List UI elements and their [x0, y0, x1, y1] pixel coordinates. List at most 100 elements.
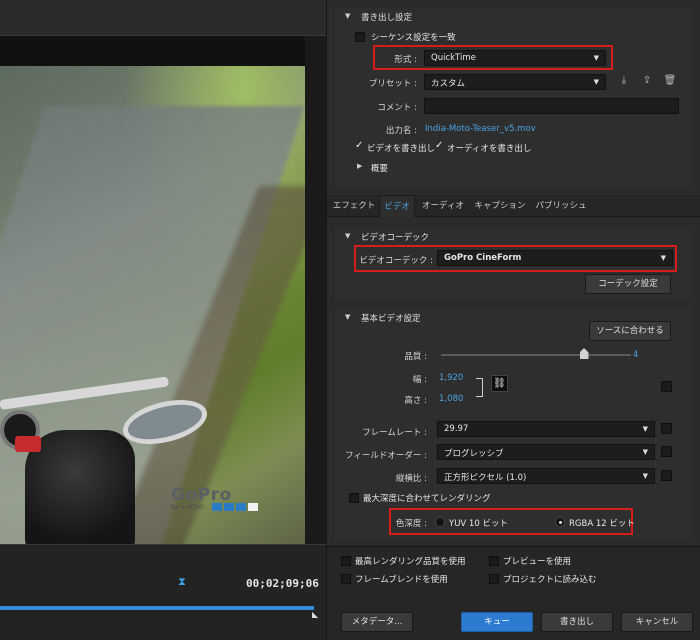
aspect-label: 縦横比 : [395, 474, 427, 484]
video-frame: GoPro Be a HERO. [0, 66, 305, 544]
timecode: 00;02;09;06 [246, 577, 319, 590]
max-depth-label: 最大深度に合わせてレンダリング [363, 494, 491, 504]
gopro-logo: GoPro [171, 485, 232, 505]
chevron-down-icon: ▼ [642, 448, 648, 456]
depth-label: 色深度 : [395, 519, 427, 529]
frame-blend-checkbox[interactable] [341, 574, 351, 584]
format-value: QuickTime [431, 53, 476, 63]
preview-panel: GoPro Be a HERO. ⧗ 00;02;09;06 ◣ [0, 0, 326, 640]
progress-fill [0, 606, 314, 610]
collapse-export-settings-icon[interactable]: ▼ [345, 12, 350, 20]
comment-input[interactable] [424, 98, 679, 114]
tab-effects[interactable]: エフェクト [331, 195, 377, 217]
height-label: 高さ : [404, 396, 427, 406]
depth-rgba-label: RGBA 12 ビット [569, 519, 635, 529]
quality-slider-track[interactable] [441, 354, 631, 356]
save-preset-icon[interactable]: ⤓ [617, 75, 631, 86]
playhead-marker-icon[interactable]: ⧗ [176, 576, 188, 588]
expand-summary-icon[interactable]: ▶ [357, 162, 362, 170]
gopro-square-1 [212, 503, 222, 511]
depth-rgba-radio[interactable] [555, 517, 565, 527]
output-name-label: 出力名 : [385, 126, 417, 136]
metadata-button[interactable]: メタデータ... [341, 612, 413, 632]
match-source-button[interactable]: ソースに合わせる [589, 321, 671, 341]
gopro-square-3 [236, 503, 246, 511]
field-order-label: フィールドオーダー : [345, 451, 427, 461]
depth-yuv-label: YUV 10 ビット [449, 519, 508, 529]
field-order-value: プログレッシブ [444, 449, 504, 459]
field-order-override-checkbox[interactable] [661, 446, 672, 457]
preview-letterbox [0, 36, 305, 66]
out-point-icon[interactable]: ◣ [312, 610, 320, 619]
height-value[interactable]: 1,080 [439, 394, 463, 404]
frame-rate-dropdown[interactable]: 29.97 ▼ [437, 421, 655, 437]
video-codec-value: GoPro CineForm [444, 253, 522, 263]
quality-value[interactable]: 4 [633, 350, 638, 360]
width-label: 幅 : [412, 375, 427, 385]
preview-side-strip [305, 36, 326, 544]
tab-publish[interactable]: パブリッシュ [533, 195, 589, 217]
video-codec-header: ビデオコーデック [361, 233, 430, 243]
export-settings-panel: ▼ 書き出し設定 シーケンス設定を一致 形式 : QuickTime ▼ プリセ… [326, 0, 700, 640]
max-quality-label: 最高レンダリング品質を使用 [355, 557, 466, 567]
tab-audio[interactable]: オーディオ [419, 195, 467, 217]
format-label: 形式 : [394, 55, 417, 65]
frame-rate-value: 29.97 [444, 424, 469, 434]
import-project-checkbox[interactable] [489, 574, 499, 584]
match-sequence-label: シーケンス設定を一致 [371, 33, 456, 43]
frame-blend-label: フレームブレンドを使用 [355, 575, 448, 585]
max-quality-checkbox[interactable] [341, 556, 351, 566]
output-name-link[interactable]: India-Moto-Teaser_v5.mov [425, 124, 536, 134]
chevron-down-icon: ▼ [593, 78, 599, 86]
export-audio-label: オーディオを書き出し [447, 144, 532, 154]
tab-video[interactable]: ビデオ [379, 195, 415, 217]
width-value[interactable]: 1,920 [439, 373, 463, 383]
frame-rate-override-checkbox[interactable] [661, 423, 672, 434]
link-dimensions-icon[interactable]: ⛓ [491, 375, 508, 392]
preset-label: プリセット : [368, 79, 417, 89]
max-depth-checkbox[interactable] [349, 493, 359, 503]
field-order-dropdown[interactable]: プログレッシブ ▼ [437, 444, 655, 460]
gopro-square-4 [248, 503, 258, 511]
video-codec-label: ビデオコーデック : [359, 256, 433, 266]
import-project-label: プロジェクトに読み込む [503, 575, 597, 585]
codec-settings-button[interactable]: コーデック設定 [585, 274, 671, 294]
link-bracket [476, 378, 483, 397]
basic-video-header: 基本ビデオ設定 [361, 314, 421, 324]
export-video-check-icon[interactable]: ✓ [355, 141, 363, 151]
width-override-checkbox[interactable] [661, 381, 672, 392]
preset-value: カスタム [431, 79, 466, 89]
chevron-down-icon: ▼ [660, 254, 666, 262]
gopro-square-2 [224, 503, 234, 511]
export-button[interactable]: 書き出し [541, 612, 613, 632]
import-preset-icon[interactable]: ⇪ [640, 75, 654, 86]
chevron-down-icon: ▼ [593, 54, 599, 62]
match-sequence-checkbox[interactable] [355, 32, 365, 42]
aspect-override-checkbox[interactable] [661, 470, 672, 481]
video-codec-dropdown[interactable]: GoPro CineForm ▼ [437, 250, 673, 266]
collapse-video-codec-icon[interactable]: ▼ [345, 232, 350, 240]
chevron-down-icon: ▼ [642, 472, 648, 480]
collapse-basic-video-icon[interactable]: ▼ [345, 313, 350, 321]
delete-preset-icon[interactable]: 🗑 [663, 75, 677, 86]
comment-label: コメント : [377, 103, 417, 113]
aspect-value: 正方形ピクセル (1.0) [444, 473, 527, 483]
use-preview-label: プレビューを使用 [503, 557, 572, 567]
tab-captions[interactable]: キャプション [471, 195, 529, 217]
aspect-dropdown[interactable]: 正方形ピクセル (1.0) ▼ [437, 468, 655, 484]
export-audio-check-icon[interactable]: ✓ [435, 141, 443, 151]
timeline-bar [0, 544, 326, 640]
format-dropdown[interactable]: QuickTime ▼ [424, 50, 606, 66]
export-settings-header: 書き出し設定 [361, 13, 413, 23]
glove [25, 430, 135, 544]
cancel-button[interactable]: キャンセル [621, 612, 693, 632]
glove-red-patch [15, 436, 41, 452]
gopro-tagline: Be a HERO. [171, 504, 206, 511]
depth-yuv-radio[interactable] [435, 517, 445, 527]
queue-button[interactable]: キュー [461, 612, 533, 632]
summary-label[interactable]: 概要 [371, 162, 388, 174]
use-preview-checkbox[interactable] [489, 556, 499, 566]
preset-dropdown[interactable]: カスタム ▼ [424, 74, 606, 90]
frame-rate-label: フレームレート : [362, 428, 427, 438]
preview-topbar [0, 0, 326, 36]
